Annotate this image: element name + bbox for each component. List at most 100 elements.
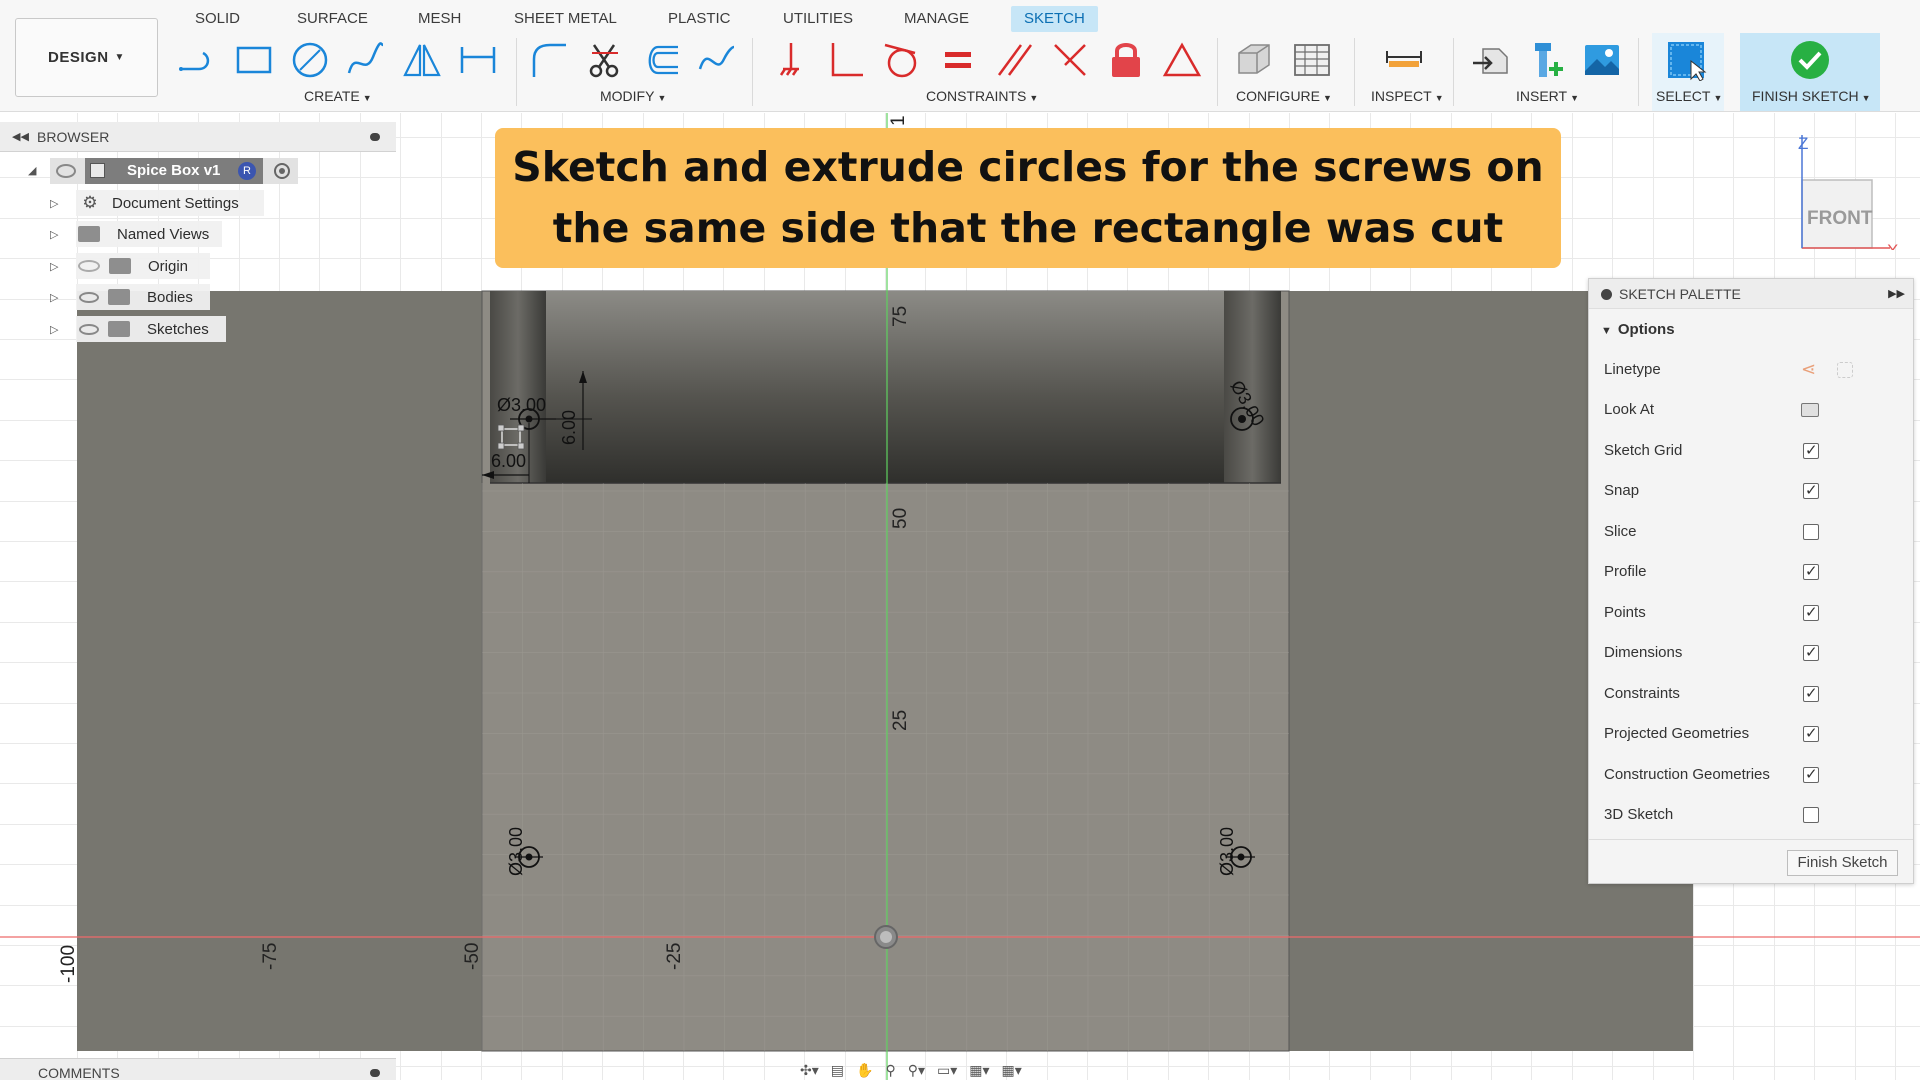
browser-item-sketches[interactable]: ▷ Sketches <box>50 316 226 342</box>
configure-box-icon[interactable] <box>1232 38 1276 82</box>
zoom-window-icon[interactable]: ⚲▾ <box>908 1062 925 1079</box>
workspace-switcher[interactable]: DESIGN ▼ <box>15 18 158 97</box>
tangent-constraint-icon[interactable] <box>880 38 924 82</box>
visibility-eye-icon[interactable] <box>79 291 99 303</box>
browser-root-label[interactable]: Spice Box v1 <box>127 162 220 179</box>
measure-ruler-icon[interactable] <box>1382 38 1426 82</box>
visibility-eye-icon[interactable] <box>79 323 99 335</box>
browser-item-document-settings[interactable]: ▷ ⚙ Document Settings <box>50 190 264 216</box>
select-window-icon[interactable] <box>1664 38 1708 82</box>
rectangle-tool-icon[interactable] <box>232 38 276 82</box>
construction-geometries-checkbox[interactable]: ✓ <box>1803 766 1819 783</box>
section-collapse-triangle-icon[interactable]: ▼ <box>1601 325 1612 337</box>
collapse-triangle-icon[interactable]: ◢ <box>28 164 36 177</box>
grid-settings-icon[interactable]: ▦▾ <box>969 1062 989 1079</box>
dimension-line-tool-icon[interactable] <box>456 38 500 82</box>
viewports-icon[interactable]: ▦▾ <box>1002 1062 1022 1079</box>
tab-sheet-metal[interactable]: SHEET METAL <box>514 6 617 32</box>
tab-surface[interactable]: SURFACE <box>297 6 368 32</box>
sketch-palette-header[interactable]: SKETCH PALETTE ▶▶ <box>1589 279 1913 309</box>
tab-solid[interactable]: SOLID <box>195 6 240 32</box>
expand-triangle-icon[interactable]: ▷ <box>50 197 76 210</box>
triangle-constraint-icon[interactable] <box>1160 38 1204 82</box>
browser-item-label: Document Settings <box>112 194 239 212</box>
insert-menu[interactable]: INSERT ▼ <box>1516 88 1579 104</box>
display-settings-icon[interactable]: ▭▾ <box>937 1062 957 1079</box>
dimensions-checkbox[interactable]: ✓ <box>1803 644 1819 661</box>
configure-table-icon[interactable] <box>1290 38 1334 82</box>
points-checkbox[interactable]: ✓ <box>1803 604 1819 621</box>
constraints-menu-label: CONSTRAINTS <box>926 88 1027 104</box>
constraints-menu[interactable]: CONSTRAINTS ▼ <box>926 88 1038 104</box>
spline-tool-icon[interactable] <box>344 38 388 82</box>
browser-item-bodies[interactable]: ▷ Bodies <box>50 284 210 310</box>
insert-canvas-image-icon[interactable] <box>1580 38 1624 82</box>
circle-tool-icon[interactable] <box>288 38 332 82</box>
browser-panel-header[interactable]: ◀◀ BROWSER <box>0 122 396 152</box>
panel-collapse-icon[interactable] <box>1601 289 1612 300</box>
expand-triangle-icon[interactable]: ▷ <box>50 260 76 273</box>
panel-pin-icon[interactable] <box>370 133 380 141</box>
offset-tool-icon[interactable] <box>639 38 683 82</box>
finish-sketch-button[interactable]: Finish Sketch <box>1787 850 1898 876</box>
browser-item-named-views[interactable]: ▷ Named Views <box>50 221 222 247</box>
visibility-eye-icon[interactable] <box>56 164 76 178</box>
construction-linetype-icon[interactable]: ⋖ <box>1801 359 1816 380</box>
tab-manage[interactable]: MANAGE <box>904 6 969 32</box>
create-menu[interactable]: CREATE ▼ <box>304 88 372 104</box>
parallel-constraint-icon[interactable] <box>992 38 1036 82</box>
snap-checkbox[interactable]: ✓ <box>1803 482 1819 499</box>
finish-sketch-menu[interactable]: FINISH SKETCH ▼ <box>1752 88 1871 104</box>
3d-sketch-checkbox[interactable] <box>1803 807 1819 823</box>
fix-lock-icon[interactable] <box>1104 38 1148 82</box>
look-at-icon[interactable] <box>1801 403 1819 417</box>
midpoint-constraint-icon[interactable] <box>1048 38 1092 82</box>
finish-sketch-check-icon[interactable] <box>1788 38 1832 82</box>
constraints-checkbox[interactable]: ✓ <box>1803 685 1819 702</box>
insert-mcmaster-bolt-icon[interactable] <box>1524 38 1568 82</box>
trim-scissors-icon[interactable] <box>583 38 627 82</box>
look-at-nav-icon[interactable]: ▤ <box>831 1062 844 1079</box>
line-tool-icon[interactable] <box>176 38 220 82</box>
curve-tool-icon[interactable] <box>695 38 739 82</box>
centerline-linetype-icon[interactable] <box>1837 362 1853 378</box>
perpendicular-constraint-icon[interactable] <box>824 38 868 82</box>
equal-constraint-icon[interactable] <box>936 38 980 82</box>
tab-sketch[interactable]: SKETCH <box>1011 6 1098 32</box>
select-menu[interactable]: SELECT ▼ <box>1656 88 1722 104</box>
slice-checkbox[interactable] <box>1803 524 1819 540</box>
orbit-icon[interactable]: ✣▾ <box>800 1062 819 1079</box>
zoom-icon[interactable]: ⚲ <box>885 1062 895 1079</box>
panel-pin-icon[interactable] <box>370 1069 380 1077</box>
inspect-menu[interactable]: INSPECT ▼ <box>1371 88 1444 104</box>
fillet-tool-icon[interactable] <box>527 38 571 82</box>
modify-menu[interactable]: MODIFY ▼ <box>600 88 666 104</box>
tab-utilities[interactable]: UTILITIES <box>783 6 853 32</box>
dim-dia-top-left[interactable]: Ø3.00 <box>497 395 546 415</box>
dim-dia-bottom-left[interactable]: Ø3.00 <box>506 827 526 876</box>
dim-offset-vertical[interactable]: 6.00 <box>559 410 579 445</box>
options-section-header[interactable]: ▼ Options <box>1601 321 1675 338</box>
view-cube[interactable]: FRONT Z X <box>1770 130 1900 250</box>
collapse-arrows-icon[interactable]: ◀◀ <box>12 122 29 152</box>
view-cube-face-label[interactable]: FRONT <box>1807 208 1873 229</box>
pan-hand-icon[interactable]: ✋ <box>856 1062 873 1079</box>
expand-triangle-icon[interactable]: ▷ <box>50 291 76 304</box>
tab-mesh[interactable]: MESH <box>418 6 461 32</box>
tab-plastic[interactable]: PLASTIC <box>668 6 731 32</box>
dim-offset-horizontal[interactable]: 6.00 <box>491 451 526 471</box>
profile-checkbox[interactable]: ✓ <box>1803 563 1819 580</box>
comments-panel[interactable]: COMMENTS <box>0 1058 396 1080</box>
dim-dia-bottom-right[interactable]: Ø3.00 <box>1217 827 1237 876</box>
expand-arrows-icon[interactable]: ▶▶ <box>1888 279 1905 309</box>
browser-item-origin[interactable]: ▷ Origin <box>50 253 210 279</box>
projected-geometries-checkbox[interactable]: ✓ <box>1803 725 1819 742</box>
insert-derive-icon[interactable] <box>1468 38 1512 82</box>
configure-menu[interactable]: CONFIGURE ▼ <box>1236 88 1332 104</box>
hidden-eye-icon[interactable] <box>78 260 100 272</box>
sketch-grid-checkbox[interactable]: ✓ <box>1803 442 1819 459</box>
mirror-tool-icon[interactable] <box>400 38 444 82</box>
expand-triangle-icon[interactable]: ▷ <box>50 228 76 241</box>
coincident-constraint-icon[interactable] <box>768 38 812 82</box>
expand-triangle-icon[interactable]: ▷ <box>50 323 76 336</box>
